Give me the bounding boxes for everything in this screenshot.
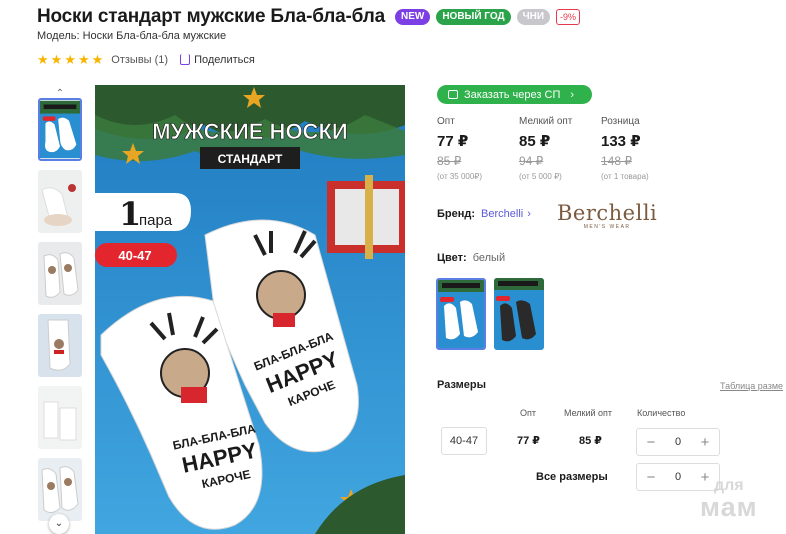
price-old: 94 ₽ xyxy=(519,154,544,168)
thumbnail-image xyxy=(40,100,80,159)
price-old: 148 ₽ xyxy=(601,154,632,168)
thumbnail-5[interactable] xyxy=(38,386,82,449)
color-label: Цвет: xyxy=(437,252,467,264)
plus-icon[interactable]: + xyxy=(699,434,711,451)
price-note: (от 1 товара) xyxy=(601,172,649,181)
thumbnail-image xyxy=(38,242,82,305)
pair-word: пара xyxy=(139,212,173,229)
brand-logo[interactable]: Berchelli MEN'S WEAR xyxy=(557,202,657,230)
chevron-right-icon: › xyxy=(527,208,531,220)
chevron-down-icon[interactable]: ⌄ xyxy=(49,514,69,534)
swatch-image xyxy=(438,280,484,348)
thumbnail-image xyxy=(38,314,82,377)
badge-discount: -9% xyxy=(556,9,581,25)
quantity-value[interactable]: 0 xyxy=(675,471,681,483)
color-swatch-black[interactable] xyxy=(494,278,544,350)
color-value: белый xyxy=(472,252,506,264)
col-header-opt: Опт xyxy=(520,408,536,418)
cart-icon xyxy=(448,90,458,99)
size-row-opt-price: 77 ₽ xyxy=(517,435,540,447)
chevron-right-icon: › xyxy=(570,88,575,101)
brand-logo-main: Berchelli xyxy=(557,201,658,225)
thumbnail-image xyxy=(38,386,82,449)
price-label: Мелкий опт xyxy=(519,116,573,127)
price-block: Опт 77 ₽ 85 ₽ (от 35 000₽) Мелкий опт 85… xyxy=(437,116,683,181)
main-product-image[interactable]: МУЖСКИЕ НОСКИ СТАНДАРТ 1 пара 40-47 БЛА-… xyxy=(95,85,405,534)
order-via-sp-button[interactable]: Заказать через СП › xyxy=(437,85,592,104)
minus-icon[interactable]: − xyxy=(645,469,657,486)
price-retail: Розница 133 ₽ 148 ₽ (от 1 товара) xyxy=(601,116,683,181)
thumbnail-4[interactable] xyxy=(38,314,82,377)
quantity-value[interactable]: 0 xyxy=(675,436,681,448)
thumbnail-2[interactable] xyxy=(38,170,82,233)
product-model: Модель: Носки Бла-бла-бла мужские xyxy=(37,30,227,42)
price-note: (от 5 000 ₽) xyxy=(519,172,562,181)
all-sizes-label: Все размеры xyxy=(536,471,608,483)
brand-link[interactable]: Berchelli xyxy=(481,208,523,220)
thumbnail-image xyxy=(38,458,82,521)
share-icon xyxy=(180,54,191,65)
thumbnail-3[interactable] xyxy=(38,242,82,305)
size-chip[interactable]: 40-47 xyxy=(441,427,487,455)
rating-row: ★ ★ ★ ★ ★ Отзывы (1) Поделиться xyxy=(37,53,255,66)
price-old: 85 ₽ xyxy=(437,154,462,168)
quantity-stepper: − 0 + xyxy=(636,428,720,456)
size-tag: 40-47 xyxy=(118,248,151,263)
star-icon: ★ xyxy=(37,52,49,67)
star-icon: ★ xyxy=(91,52,104,67)
color-swatch-white[interactable] xyxy=(436,278,486,350)
star-icon: ★ xyxy=(64,52,76,67)
col-header-qty: Количество xyxy=(637,408,686,418)
thumbnail-1[interactable] xyxy=(38,98,82,161)
price-label: Опт xyxy=(437,116,455,127)
title-row: Носки стандарт мужские Бла-бла-бла NEW Н… xyxy=(37,6,581,28)
headline-text: МУЖСКИЕ НОСКИ xyxy=(152,119,347,144)
star-icon: ★ xyxy=(77,52,90,67)
watermark: для мам xyxy=(700,478,758,521)
price-opt: Опт 77 ₽ 85 ₽ (от 35 000₽) xyxy=(437,116,519,181)
badge-new: NEW xyxy=(394,9,431,25)
price-small-opt: Мелкий опт 85 ₽ 94 ₽ (от 5 000 ₽) xyxy=(519,116,601,181)
price-value: 133 ₽ xyxy=(601,133,641,150)
price-note: (от 35 000₽) xyxy=(437,172,483,181)
reviews-link[interactable]: Отзывы (1) xyxy=(111,54,168,66)
rating-stars: ★ ★ ★ ★ ★ xyxy=(37,53,103,66)
price-value: 85 ₽ xyxy=(519,133,551,150)
product-photo: МУЖСКИЕ НОСКИ СТАНДАРТ 1 пара 40-47 БЛА-… xyxy=(95,85,405,534)
star-icon: ★ xyxy=(50,52,63,67)
brand-label: Бренд: xyxy=(437,208,476,220)
minus-icon[interactable]: − xyxy=(645,434,657,451)
price-label: Розница xyxy=(601,116,640,127)
badge-new-year: НОВЫЙ ГОД xyxy=(436,9,511,25)
order-button-label: Заказать через СП xyxy=(464,88,561,101)
product-title: Носки стандарт мужские Бла-бла-бла xyxy=(37,6,385,27)
subline-text: СТАНДАРТ xyxy=(218,152,283,166)
thumbnail-image xyxy=(38,170,82,233)
thumbnail-strip: ⌃ ⌄ xyxy=(37,88,85,534)
swatch-image xyxy=(494,278,544,350)
pair-count: 1 xyxy=(119,195,141,233)
watermark-line2: мам xyxy=(700,492,758,522)
color-row: Цвет: белый xyxy=(437,252,505,264)
sizes-title: Размеры xyxy=(437,379,487,391)
badge-chni: ЧНИ xyxy=(516,9,551,25)
thumbnail-6[interactable] xyxy=(38,458,82,521)
brand-row: Бренд: Berchelli › xyxy=(437,208,531,220)
size-row-small-opt-price: 85 ₽ xyxy=(579,435,602,447)
col-header-small-opt: Мелкий опт xyxy=(564,408,613,418)
share-button[interactable]: Поделиться xyxy=(180,54,255,66)
price-value: 77 ₽ xyxy=(437,133,469,150)
share-label: Поделиться xyxy=(194,53,255,66)
size-table-link[interactable]: Таблица разме xyxy=(720,381,783,391)
